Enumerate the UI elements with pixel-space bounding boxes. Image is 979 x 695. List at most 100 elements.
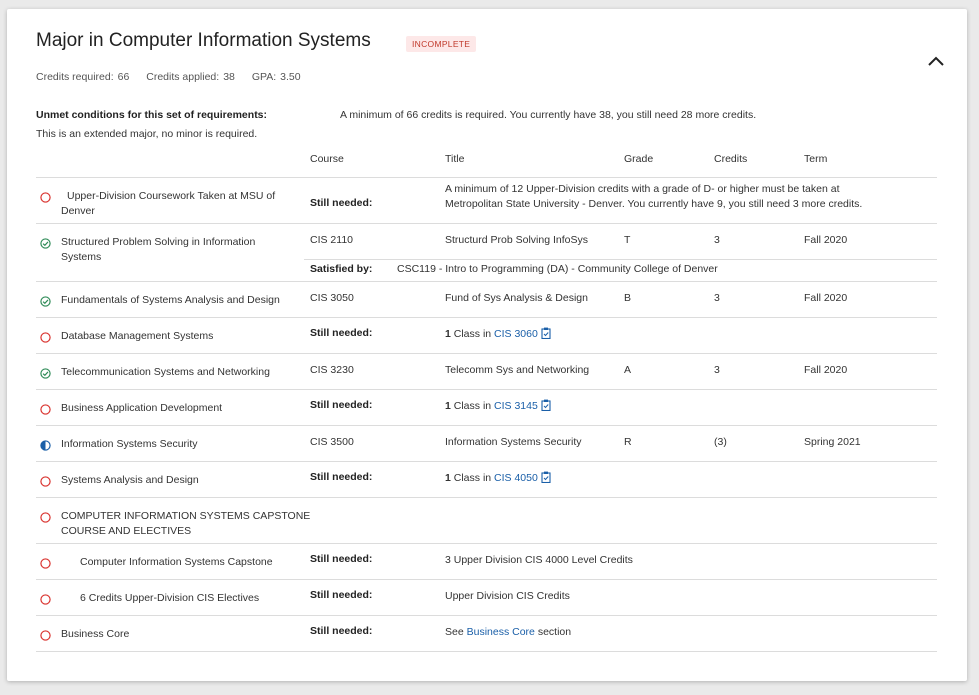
requirement-detail: Metropolitan State University - Denver. … (445, 198, 863, 210)
divider (36, 461, 937, 462)
still-needed-label: Still needed: (310, 589, 373, 601)
still-needed-detail: See Business Core section (445, 626, 572, 638)
incomplete-circle-icon (40, 476, 51, 487)
course-term: Fall 2020 (804, 364, 848, 376)
requirement-name[interactable]: Information Systems Security (61, 437, 198, 452)
block-title: Major in Computer Information Systems (36, 30, 371, 51)
requirement-name[interactable]: Fundamentals of Systems Analysis and Des… (61, 293, 280, 308)
divider (36, 223, 937, 224)
course-credits: (3) (714, 436, 727, 448)
credits-applied: Credits applied: 38 (146, 71, 235, 83)
course-grade: A (624, 364, 632, 376)
incomplete-circle-icon (40, 192, 51, 203)
check-circle-icon (40, 296, 51, 307)
unmet-conditions-label: Unmet conditions for this set of require… (36, 109, 268, 121)
still-needed-detail: 1 Class in CIS 3145 (445, 399, 551, 414)
course-code[interactable]: CIS 3050 (310, 291, 354, 306)
divider (36, 177, 937, 178)
course-link[interactable]: CIS 3060 (494, 328, 538, 340)
divider (36, 615, 937, 616)
incomplete-circle-icon (40, 630, 51, 641)
clipboard-icon[interactable] (541, 399, 551, 411)
still-needed-label: Still needed: (310, 471, 373, 483)
satisfied-by-text: CSC119 - Intro to Programming (DA) - Com… (397, 263, 718, 275)
course-credits: 3 (714, 234, 720, 246)
clipboard-icon[interactable] (541, 327, 551, 339)
course-grade: R (624, 436, 632, 448)
requirement-name[interactable]: Systems Analysis and Design (61, 473, 199, 488)
requirement-name[interactable]: Business Application Development (61, 401, 222, 416)
column-header-course: Course (310, 153, 344, 165)
divider (36, 425, 937, 426)
still-needed-label: Still needed: (310, 197, 373, 209)
course-grade: B (624, 292, 632, 304)
incomplete-circle-icon (40, 404, 51, 415)
check-circle-icon (40, 238, 51, 249)
requirement-group-name-cont[interactable]: COURSE AND ELECTIVES (61, 524, 191, 539)
divider (36, 543, 937, 544)
chevron-up-icon[interactable] (925, 53, 947, 69)
divider (304, 259, 937, 260)
requirement-detail: A minimum of 12 Upper-Division credits w… (445, 183, 840, 195)
column-header-term: Term (804, 153, 828, 165)
still-needed-label: Still needed: (310, 625, 373, 637)
incomplete-circle-icon (40, 332, 51, 343)
incomplete-circle-icon (40, 594, 51, 605)
credits-required: Credits required: 66 (36, 71, 130, 83)
clipboard-icon[interactable] (541, 471, 551, 483)
requirement-name[interactable]: Telecommunication Systems and Networking (61, 365, 270, 380)
requirement-name[interactable]: Database Management Systems (61, 329, 213, 344)
column-header-title: Title (445, 153, 465, 165)
requirement-name-cont[interactable]: Systems (61, 250, 101, 265)
course-grade: T (624, 234, 631, 246)
course-code[interactable]: CIS 2110 (310, 233, 353, 248)
column-header-grade: Grade (624, 153, 654, 165)
course-term: Spring 2021 (804, 436, 861, 448)
course-link[interactable]: CIS 3145 (494, 400, 538, 412)
divider (36, 651, 937, 652)
block-stats: Credits required: 66 Credits applied: 38 G… (36, 71, 315, 83)
divider (36, 497, 937, 498)
incomplete-circle-icon (40, 512, 51, 523)
course-term: Fall 2020 (804, 234, 848, 246)
check-circle-icon (40, 368, 51, 379)
still-needed-label: Still needed: (310, 553, 373, 565)
still-needed-detail: 3 Upper Division CIS 4000 Level Credits (445, 554, 633, 566)
requirement-name[interactable]: Structured Problem Solving in Informatio… (61, 235, 255, 250)
requirement-name[interactable]: Computer Information Systems Capstone (80, 555, 273, 570)
column-header-credits: Credits (714, 153, 748, 165)
extended-major-note: This is an extended major, no minor is r… (36, 128, 258, 140)
business-core-link[interactable]: Business Core (467, 626, 535, 638)
course-title: Telecomm Sys and Networking (445, 364, 590, 376)
requirement-name[interactable]: 6 Credits Upper-Division CIS Electives (80, 591, 259, 606)
course-title: Fund of Sys Analysis & Design (445, 292, 588, 304)
gpa: GPA: 3.50 (251, 71, 301, 83)
requirement-name[interactable]: Business Core (61, 627, 129, 642)
status-badge: INCOMPLETE (406, 36, 477, 52)
in-progress-circle-icon (40, 440, 51, 451)
requirement-name-cont[interactable]: Denver (61, 204, 95, 219)
still-needed-detail: Upper Division CIS Credits (445, 590, 570, 602)
course-link[interactable]: CIS 4050 (494, 472, 538, 484)
requirement-name[interactable]: Upper-Division Coursework Taken at MSU o… (67, 189, 275, 204)
divider (36, 281, 937, 282)
incomplete-circle-icon (40, 558, 51, 569)
divider (36, 353, 937, 354)
divider (36, 579, 937, 580)
course-title: Structurd Prob Solving InfoSys (445, 234, 588, 246)
divider (36, 389, 937, 390)
course-credits: 3 (714, 364, 720, 376)
unmet-conditions-text: A minimum of 66 credits is required. You… (340, 109, 757, 121)
satisfied-by-label: Satisfied by: (310, 263, 373, 275)
course-code[interactable]: CIS 3500 (310, 435, 354, 450)
still-needed-label: Still needed: (310, 327, 373, 339)
course-code[interactable]: CIS 3230 (310, 363, 354, 378)
still-needed-detail: 1 Class in CIS 3060 (445, 327, 551, 342)
course-credits: 3 (714, 292, 720, 304)
course-title: Information Systems Security (445, 436, 582, 448)
requirement-group-name[interactable]: COMPUTER INFORMATION SYSTEMS CAPSTONE (61, 509, 310, 524)
requirement-block-card: Major in Computer Information Systems IN… (7, 9, 967, 681)
divider (36, 317, 937, 318)
still-needed-label: Still needed: (310, 399, 373, 411)
still-needed-detail: 1 Class in CIS 4050 (445, 471, 551, 486)
